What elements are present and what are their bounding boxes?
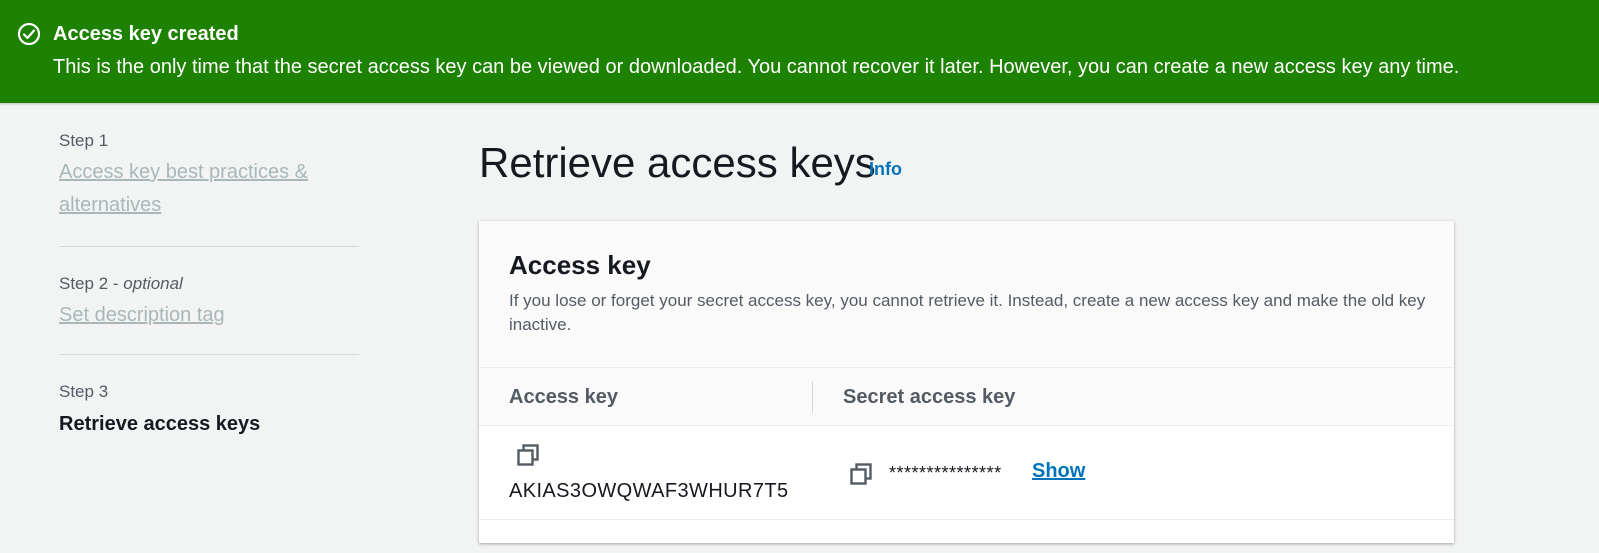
access-key-value: AKIAS3OWQWAF3WHUR7T5 <box>509 480 789 502</box>
success-flash-banner: Access key created This is the only time… <box>0 0 1599 103</box>
flash-title: Access key created <box>53 23 239 45</box>
step-2-link[interactable]: Set description tag <box>59 299 359 332</box>
access-key-panel: Access key If you lose or forget your se… <box>479 221 1454 543</box>
panel-description: If you lose or forget your secret access… <box>509 291 1426 334</box>
show-secret-button[interactable]: Show <box>1032 458 1085 484</box>
panel-header: Access key If you lose or forget your se… <box>479 221 1454 368</box>
copy-access-key-icon[interactable] <box>517 444 539 466</box>
copy-secret-key-icon[interactable] <box>850 463 872 485</box>
info-link[interactable]: Info <box>869 159 902 180</box>
wizard-steps-nav: Step 1 Access key best practices & alter… <box>59 130 359 437</box>
flash-message: This is the only time that the secret ac… <box>53 56 1460 78</box>
nav-divider <box>59 246 359 247</box>
check-circle-icon <box>17 22 41 46</box>
step-2-label: Step 2 - optional <box>59 273 359 295</box>
step-1-link[interactable]: Access key best practices & alternatives <box>59 156 359 222</box>
table-row: AKIAS3OWQWAF3WHUR7T5 *************** Sho… <box>479 426 1454 520</box>
column-header-access-key: Access key <box>509 386 618 408</box>
step-3-label: Step 3 <box>59 382 109 401</box>
table-header: Access key Secret access key <box>479 368 1454 426</box>
panel-title: Access key <box>509 250 651 280</box>
step-1-label: Step 1 <box>59 131 109 150</box>
page-title: Retrieve access keys <box>479 139 876 186</box>
wizard-step-1: Step 1 Access key best practices & alter… <box>59 130 359 222</box>
step-3-current-title: Retrieve access keys <box>59 413 261 435</box>
column-divider <box>812 381 813 413</box>
step-2-number: Step 2 - <box>59 274 119 293</box>
secret-access-key-masked: *************** <box>889 463 1002 483</box>
column-header-secret-access-key: Secret access key <box>843 386 1016 408</box>
wizard-step-2: Step 2 - optional Set description tag <box>59 273 359 332</box>
nav-divider <box>59 354 359 355</box>
wizard-step-3: Step 3 Retrieve access keys <box>59 381 359 437</box>
flash-shadow <box>0 103 1599 106</box>
step-2-optional: optional <box>123 274 183 293</box>
